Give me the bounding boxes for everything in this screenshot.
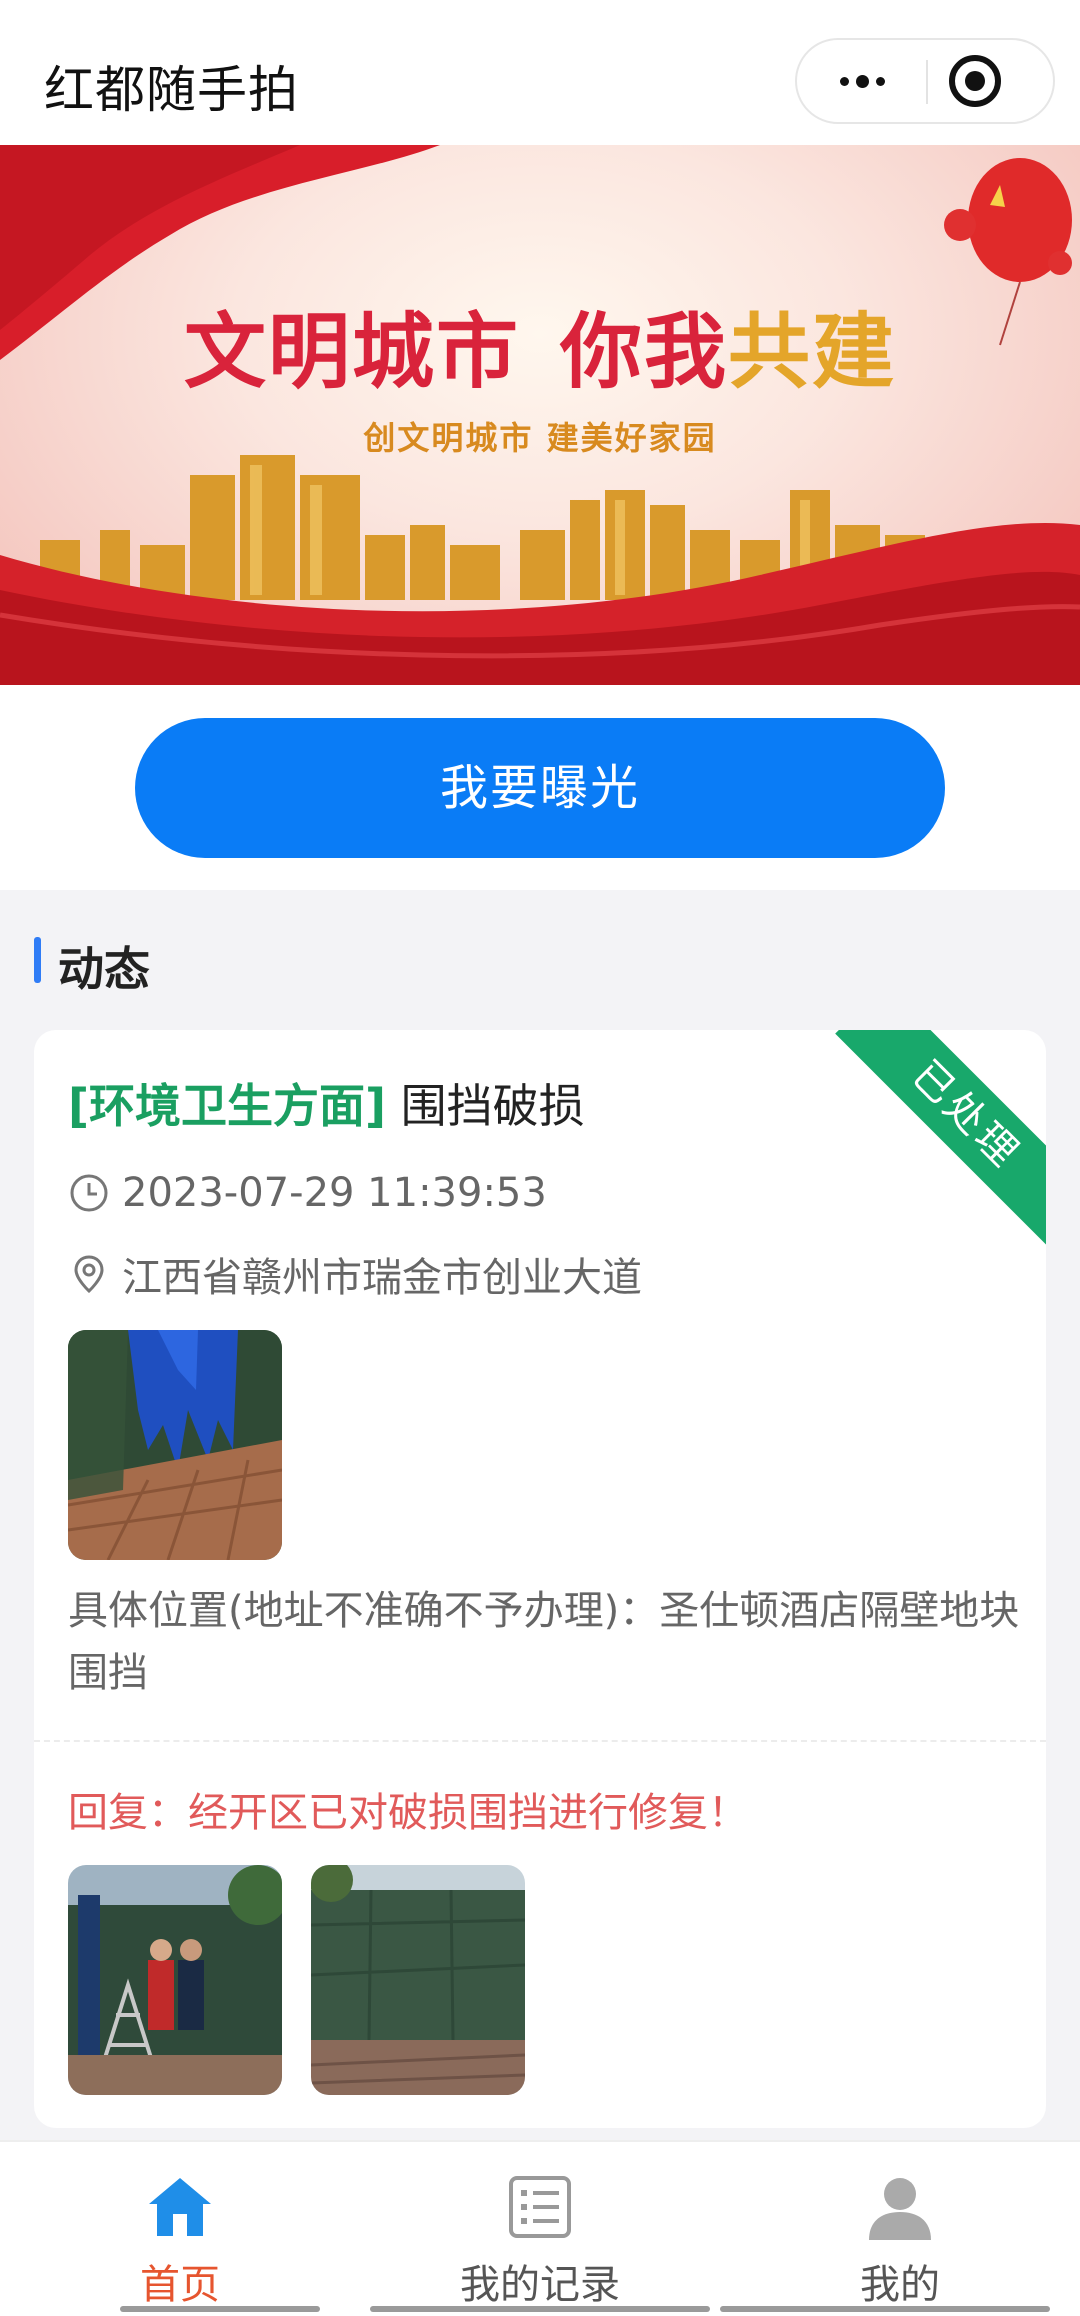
- app-title: 红都随手拍: [44, 61, 299, 119]
- post-description: 具体位置(地址不准确不予办理)：圣仕顿酒店隔壁地块围挡: [68, 1588, 1020, 1696]
- tab-mine-label: 我的: [860, 2262, 940, 2308]
- action-area: 我要曝光: [0, 685, 1080, 890]
- clock-icon: [70, 1174, 108, 1212]
- post-time: 2023-07-29 11:39:53: [122, 1170, 547, 1216]
- banner-carousel[interactable]: 文明城市 你我共建 创文明城市 建美好家园: [0, 145, 1080, 685]
- report-photo[interactable]: [68, 1330, 282, 1560]
- post-time-row: 2023-07-29 11:39:53: [68, 1170, 547, 1216]
- bottom-tab-bar: 首页 我的记录 我的: [0, 2140, 1080, 2316]
- expose-button[interactable]: 我要曝光: [135, 718, 945, 858]
- section-accent-bar: [34, 937, 41, 983]
- tab-records-label: 我的记录: [460, 2262, 620, 2308]
- user-icon: [869, 2178, 931, 2240]
- banner-headline-part1: 文明城市: [183, 304, 520, 400]
- tab-underline: [720, 2306, 1050, 2312]
- reply-photo-2[interactable]: [311, 1865, 525, 2095]
- location-pin-icon: [74, 1255, 104, 1294]
- home-icon: [149, 2178, 211, 2236]
- tab-records[interactable]: 我的记录: [360, 2142, 720, 2316]
- status-ribbon: 已处理: [786, 1030, 1046, 1290]
- list-icon: [509, 2176, 571, 2238]
- mini-program-capsule: [795, 38, 1055, 124]
- banner-headline-part2b: 共建: [728, 304, 897, 400]
- reply-photo-1[interactable]: [68, 1865, 282, 2095]
- post-location: 江西省赣州市瑞金市创业大道: [122, 1255, 642, 1301]
- status-badge: 已处理: [835, 1030, 1046, 1246]
- post-category: [环境卫生方面]: [68, 1079, 387, 1133]
- card-divider: [34, 1740, 1046, 1742]
- post-title: [环境卫生方面] 围挡破损: [68, 1070, 585, 1136]
- capsule-divider: [926, 60, 928, 104]
- post-location-row: 江西省赣州市瑞金市创业大道: [68, 1245, 642, 1303]
- banner-headline-part2a: 你我: [559, 304, 728, 400]
- post-title-text: 围挡破损: [400, 1079, 585, 1133]
- tab-underline: [120, 2306, 320, 2312]
- tab-home-label: 首页: [140, 2262, 220, 2308]
- post-reply: 回复：经开区已对破损围挡进行修复！: [68, 1790, 748, 1836]
- tab-home[interactable]: 首页: [0, 2142, 360, 2316]
- tab-mine[interactable]: 我的: [720, 2142, 1080, 2316]
- header: 红都随手拍: [0, 0, 1080, 145]
- section-title: 动态: [58, 942, 150, 996]
- more-dots-icon[interactable]: [797, 40, 927, 122]
- banner-subtitle: 创文明城市 建美好家园: [363, 419, 717, 457]
- mini-program-close-icon[interactable]: [949, 55, 1001, 107]
- banner-headline: 文明城市 你我共建: [0, 285, 1080, 404]
- tab-underline: [370, 2306, 710, 2312]
- post-card[interactable]: 已处理 [环境卫生方面] 围挡破损 2023-07-29 11:39:53 江西…: [34, 1030, 1046, 2128]
